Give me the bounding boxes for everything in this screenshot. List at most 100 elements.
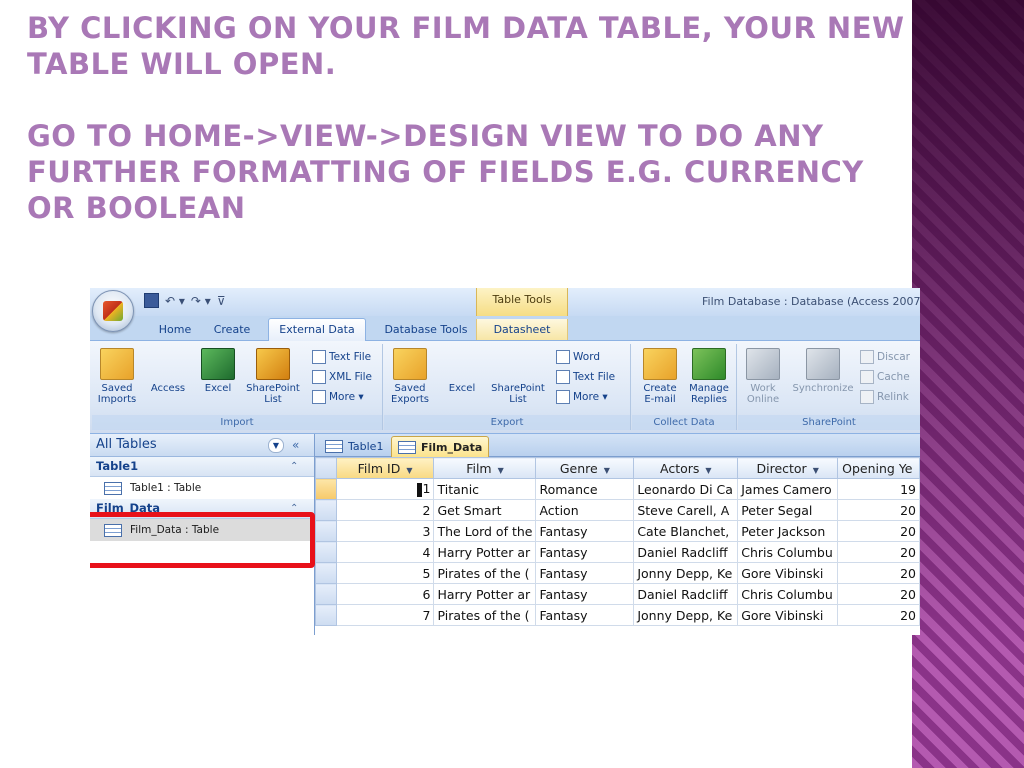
- cache-list-button[interactable]: Cache: [860, 370, 910, 384]
- cell-film[interactable]: Harry Potter ar: [433, 541, 537, 563]
- cell-director[interactable]: Gore Vibinski: [737, 604, 839, 626]
- cell-film-id[interactable]: 6: [335, 583, 435, 605]
- cell-genre[interactable]: Fantasy: [535, 583, 635, 605]
- select-all-corner[interactable]: [315, 457, 337, 479]
- cell-film[interactable]: Pirates of the (: [433, 604, 537, 626]
- table-row[interactable]: 5 Pirates of the ( Fantasy Jonny Depp, K…: [315, 562, 920, 584]
- cell-opening-year[interactable]: 20: [837, 604, 920, 626]
- work-online-button[interactable]: Work Online: [742, 348, 784, 405]
- cell-genre[interactable]: Fantasy: [535, 541, 635, 563]
- table-row[interactable]: 1 Titanic Romance Leonardo Di Ca James C…: [315, 478, 920, 500]
- import-sharepoint-list-button[interactable]: SharePoint List: [242, 348, 304, 405]
- cell-genre[interactable]: Action: [535, 499, 635, 521]
- cell-actors[interactable]: Cate Blanchet,: [633, 520, 739, 542]
- tab-create[interactable]: Create: [206, 319, 258, 340]
- table-row[interactable]: 7 Pirates of the ( Fantasy Jonny Depp, K…: [315, 604, 920, 626]
- tab-external-data[interactable]: External Data: [268, 318, 366, 342]
- chevron-down-icon[interactable]: ▼: [406, 466, 412, 475]
- nav-pane-header[interactable]: All Tables ▼ «: [90, 434, 314, 457]
- column-header-genre[interactable]: Genre ▼: [535, 457, 635, 479]
- export-excel-button[interactable]: Excel: [442, 348, 704, 549]
- doc-tab-table1[interactable]: Table1: [319, 437, 389, 456]
- column-header-opening-year[interactable]: Opening Ye: [837, 457, 920, 479]
- cell-film[interactable]: Get Smart: [433, 499, 537, 521]
- save-icon[interactable]: [144, 293, 159, 308]
- cell-opening-year[interactable]: 19: [837, 478, 920, 500]
- office-button[interactable]: [92, 290, 134, 332]
- cell-director[interactable]: Gore Vibinski: [737, 562, 839, 584]
- cell-actors[interactable]: Daniel Radcliff: [633, 583, 739, 605]
- synchronize-button[interactable]: Synchronize: [790, 348, 856, 394]
- row-selector[interactable]: [315, 520, 337, 542]
- export-text-file-button[interactable]: Text File: [556, 370, 615, 384]
- cell-opening-year[interactable]: 20: [837, 541, 920, 563]
- import-text-file-button[interactable]: Text File: [312, 350, 371, 364]
- undo-icon[interactable]: ↶ ▾: [165, 294, 185, 308]
- chevron-down-icon[interactable]: ▼: [268, 438, 284, 453]
- saved-exports-button[interactable]: Saved Exports: [388, 348, 432, 405]
- saved-imports-button[interactable]: Saved Imports: [94, 348, 140, 405]
- cell-director[interactable]: James Camero: [737, 478, 839, 500]
- table-row[interactable]: 4 Harry Potter ar Fantasy Daniel Radclif…: [315, 541, 920, 563]
- row-selector[interactable]: [315, 499, 337, 521]
- cell-genre[interactable]: Fantasy: [535, 562, 635, 584]
- cell-actors[interactable]: Leonardo Di Ca: [633, 478, 739, 500]
- nav-item-table1[interactable]: Table1 : Table: [90, 477, 314, 499]
- import-xml-file-button[interactable]: XML File: [312, 370, 372, 384]
- export-word-button[interactable]: Word: [556, 350, 600, 364]
- row-selector[interactable]: [315, 478, 337, 500]
- cell-opening-year[interactable]: 20: [837, 520, 920, 542]
- cell-genre[interactable]: Fantasy: [535, 520, 635, 542]
- chevron-down-icon[interactable]: ▼: [604, 466, 610, 475]
- cell-film-id[interactable]: 7: [335, 604, 435, 626]
- row-selector[interactable]: [315, 583, 337, 605]
- column-header-director[interactable]: Director ▼: [737, 457, 839, 479]
- chevron-down-icon[interactable]: ▼: [498, 466, 504, 475]
- export-sharepoint-list-button[interactable]: SharePoint List: [488, 348, 760, 549]
- collapse-pane-icon[interactable]: «: [292, 434, 299, 456]
- cell-film-id[interactable]: 1: [335, 478, 435, 500]
- cell-director[interactable]: Chris Columbu: [737, 541, 839, 563]
- cell-director[interactable]: Peter Segal: [737, 499, 839, 521]
- column-header-actors[interactable]: Actors ▼: [633, 457, 739, 479]
- export-more-button[interactable]: More ▾: [556, 390, 608, 404]
- chevron-down-icon[interactable]: ▼: [813, 466, 819, 475]
- column-header-film[interactable]: Film ▼: [433, 457, 537, 479]
- customize-qat-icon[interactable]: ⊽: [217, 294, 226, 308]
- column-header-film-id[interactable]: Film ID ▼: [335, 457, 435, 479]
- cell-film-id[interactable]: 3: [335, 520, 435, 542]
- redo-icon[interactable]: ↷ ▾: [191, 294, 211, 308]
- cell-actors[interactable]: Daniel Radcliff: [633, 541, 739, 563]
- tab-home[interactable]: Home: [150, 319, 200, 340]
- nav-group-table1[interactable]: Table1 ⌃: [90, 457, 314, 477]
- tab-datasheet[interactable]: Datasheet: [476, 319, 568, 340]
- cell-director[interactable]: Chris Columbu: [737, 583, 839, 605]
- relink-lists-button[interactable]: Relink: [860, 390, 909, 404]
- cell-genre[interactable]: Romance: [535, 478, 635, 500]
- cell-genre[interactable]: Fantasy: [535, 604, 635, 626]
- cell-film[interactable]: The Lord of the: [433, 520, 537, 542]
- cell-director[interactable]: Peter Jackson: [737, 520, 839, 542]
- cell-actors[interactable]: Jonny Depp, Ke: [633, 562, 739, 584]
- cell-actors[interactable]: Steve Carell, A: [633, 499, 739, 521]
- cell-film[interactable]: Harry Potter ar: [433, 583, 537, 605]
- doc-tab-film-data[interactable]: Film_Data: [391, 436, 490, 457]
- cell-film[interactable]: Titanic: [433, 478, 537, 500]
- cell-actors[interactable]: Jonny Depp, Ke: [633, 604, 739, 626]
- tab-database-tools[interactable]: Database Tools: [380, 319, 472, 340]
- table-row[interactable]: 2 Get Smart Action Steve Carell, A Peter…: [315, 499, 920, 521]
- table-row[interactable]: 6 Harry Potter ar Fantasy Daniel Radclif…: [315, 583, 920, 605]
- manage-replies-button[interactable]: Manage Replies: [686, 348, 732, 405]
- discard-changes-button[interactable]: Discar: [860, 350, 910, 364]
- cell-opening-year[interactable]: 20: [837, 499, 920, 521]
- row-selector[interactable]: [315, 541, 337, 563]
- cell-opening-year[interactable]: 20: [837, 562, 920, 584]
- cell-film-id[interactable]: 5: [335, 562, 435, 584]
- chevron-down-icon[interactable]: ▼: [705, 466, 711, 475]
- import-more-button[interactable]: More ▾: [312, 390, 364, 404]
- cell-film-id[interactable]: 4: [335, 541, 435, 563]
- cell-opening-year[interactable]: 20: [837, 583, 920, 605]
- cell-film[interactable]: Pirates of the (: [433, 562, 537, 584]
- row-selector[interactable]: [315, 562, 337, 584]
- row-selector[interactable]: [315, 604, 337, 626]
